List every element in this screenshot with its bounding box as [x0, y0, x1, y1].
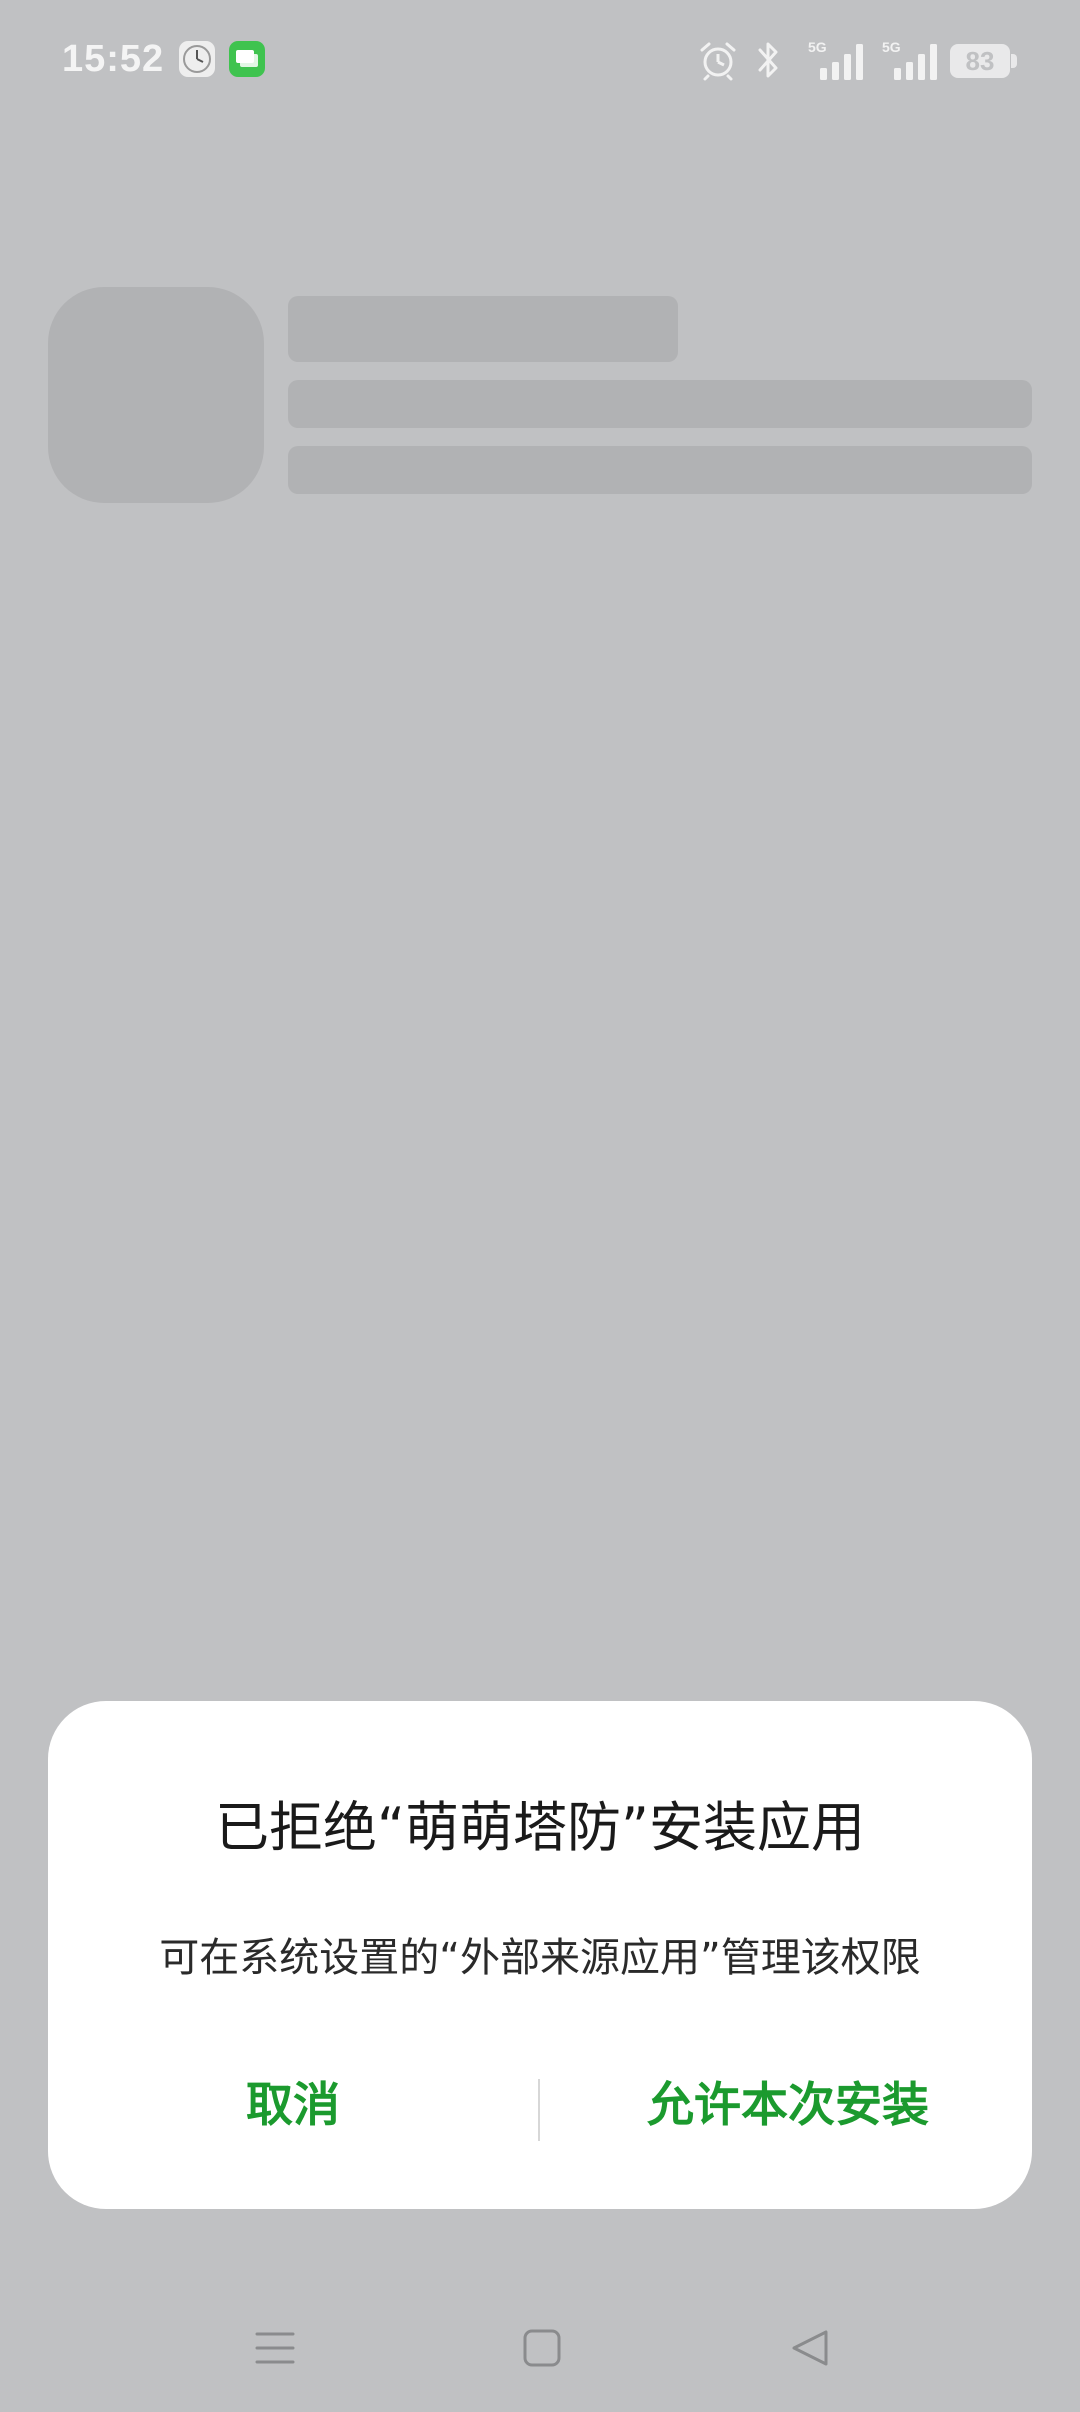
dialog-title: 已拒绝“萌萌塔防”安装应用: [215, 1796, 865, 1859]
skeleton-text-line: [288, 446, 1032, 494]
allow-once-install-button[interactable]: 允许本次安装: [588, 2061, 988, 2151]
install-blocked-dialog: 已拒绝“萌萌塔防”安装应用 可在系统设置的“外部来源应用”管理该权限 取消 允许…: [48, 1701, 1032, 2209]
recent-apps-button[interactable]: [245, 2318, 305, 2378]
back-icon: [792, 2330, 828, 2366]
status-time: 15:52: [62, 38, 165, 80]
home-icon: [523, 2329, 561, 2367]
signal-5g-icon: 5G: [808, 39, 863, 80]
back-button[interactable]: [780, 2318, 840, 2378]
home-button[interactable]: [512, 2318, 572, 2378]
clock-app-icon: [179, 41, 215, 77]
alarm-icon: [700, 42, 736, 81]
skeleton-app-icon: [48, 287, 264, 503]
message-app-icon: [229, 41, 265, 77]
skeleton-title-line: [288, 296, 678, 362]
cancel-button[interactable]: 取消: [108, 2061, 478, 2151]
dialog-message: 可在系统设置的“外部来源应用”管理该权限: [159, 1935, 921, 1981]
button-divider: [538, 2079, 540, 2141]
signal-2-label: 5G: [882, 39, 901, 55]
status-bar: 15:52 5G 5G 83: [0, 0, 1080, 124]
battery-level: 83: [965, 46, 995, 76]
battery-tip: [1011, 54, 1017, 68]
signal-1-label: 5G: [808, 39, 827, 55]
signal-5g-icon: 5G: [882, 39, 937, 80]
menu-icon: [255, 2332, 295, 2364]
bluetooth-icon: [758, 42, 778, 78]
battery-icon: 83: [950, 44, 1018, 78]
skeleton-text-line: [288, 380, 1032, 428]
